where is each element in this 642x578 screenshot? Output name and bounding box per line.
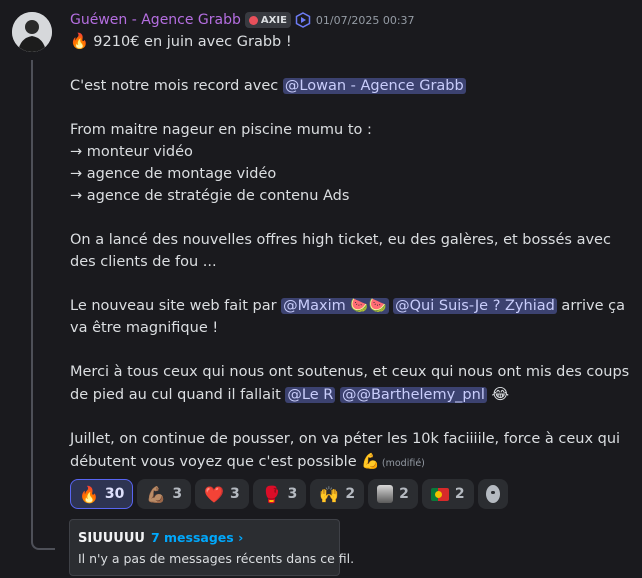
heart-emoji: ❤️ <box>204 484 224 504</box>
reaction-count: 3 <box>287 486 298 502</box>
thread-header: SIUUUUU 7 messages › <box>78 530 243 546</box>
custom-avatar-emoji <box>377 485 394 503</box>
thread-name: SIUUUUU <box>78 531 145 546</box>
mention-qui-suis-je[interactable]: @Qui Suis-Je ? Zyhiad <box>393 298 557 314</box>
message-text: Le nouveau site web fait par <box>70 298 282 314</box>
thread-messages-link[interactable]: 7 messages › <box>151 530 243 545</box>
message-line: → agence de montage vidéo <box>70 166 277 182</box>
fire-emoji: 🔥 <box>70 32 89 50</box>
server-tag-icon <box>248 15 258 25</box>
reaction-count: 2 <box>345 486 356 502</box>
portugal-flag-icon <box>430 487 449 501</box>
message-line: → monteur vidéo <box>70 144 193 160</box>
mention-barthelemy[interactable]: @@Barthelemy_pnl <box>339 387 487 403</box>
mention-maxim[interactable]: @Maxim 🍉🍉 <box>281 298 389 314</box>
message-line: Juillet, on continue de pousser, on va p… <box>70 428 636 475</box>
thread-connector-line <box>31 60 55 550</box>
thread-subtitle: Il n'y a pas de messages récents dans ce… <box>78 551 355 566</box>
reaction-flexed-bicep[interactable]: 💪🏽 3 <box>137 479 192 509</box>
add-reaction-button[interactable] <box>477 479 508 509</box>
message-content: 🔥 9210€ en juin avec Grabb ! C'est notre… <box>70 30 636 475</box>
message-line: C'est notre mois record avec @Lowan - Ag… <box>70 75 636 97</box>
raising-hands-emoji: 🙌 <box>319 484 340 504</box>
role-icon <box>295 12 311 28</box>
message-line: → agence de stratégie de contenu Ads <box>70 188 350 204</box>
message-line: Le nouveau site web fait par @Maxim 🍉🍉 @… <box>70 295 636 339</box>
flexed-bicep-emoji: 💪 <box>361 452 380 470</box>
reaction-boxing-glove[interactable]: 🥊 3 <box>252 479 307 509</box>
fire-emoji: 🔥 <box>79 484 99 504</box>
reaction-count: 3 <box>172 486 183 502</box>
message-text: Juillet, on continue de pousser, on va p… <box>70 431 621 470</box>
edited-label: (modifié) <box>381 458 425 469</box>
message-line: On a lancé des nouvelles offres high tic… <box>70 232 611 270</box>
message-line: 🔥 9210€ en juin avec Grabb ! <box>70 30 636 53</box>
message-timestamp: 01/07/2025 00:37 <box>315 13 415 27</box>
server-tag[interactable]: AXIE <box>244 12 291 28</box>
reactions-bar: 🔥 30 💪🏽 3 ❤️ 3 🥊 3 🙌 2 2 2 <box>70 479 636 509</box>
boxing-glove-emoji: 🥊 <box>261 484 282 504</box>
server-tag-label: AXIE <box>260 14 287 26</box>
reaction-heart[interactable]: ❤️ 3 <box>195 479 249 509</box>
message-line: Merci à tous ceux qui nous ont soutenus,… <box>70 361 636 406</box>
flexed-bicep-emoji: 💪🏽 <box>146 484 167 504</box>
mention-lowan[interactable]: @Lowan - Agence Grabb <box>282 78 466 94</box>
author-avatar[interactable] <box>12 12 52 52</box>
reaction-count: 2 <box>399 486 409 502</box>
message-text: C'est notre mois record avec <box>70 78 283 94</box>
reaction-custom-avatar[interactable]: 2 <box>368 479 418 509</box>
reaction-count: 3 <box>230 486 240 502</box>
message: Guéwen - Agence Grabb AXIE 01/07/2025 00… <box>70 10 636 509</box>
reaction-fire[interactable]: 🔥 30 <box>70 479 134 509</box>
mention-le-r[interactable]: @Le R <box>285 387 336 403</box>
reaction-flag-portugal[interactable]: 2 <box>421 479 474 509</box>
reaction-count: 30 <box>104 486 125 502</box>
thread-card[interactable]: SIUUUUU 7 messages › Il n'y a pas de mess… <box>69 519 354 576</box>
add-reaction-icon <box>485 485 500 503</box>
message-line: From maitre nageur en piscine mumu to : <box>70 122 372 138</box>
author-name[interactable]: Guéwen - Agence Grabb <box>70 12 241 28</box>
message-text: 9210€ en juin avec Grabb ! <box>88 34 292 50</box>
reaction-count: 2 <box>454 486 465 502</box>
message-header: Guéwen - Agence Grabb AXIE 01/07/2025 00… <box>70 10 636 30</box>
laughing-emoji: 😂 <box>491 385 509 403</box>
reaction-raising-hands[interactable]: 🙌 2 <box>310 479 365 509</box>
